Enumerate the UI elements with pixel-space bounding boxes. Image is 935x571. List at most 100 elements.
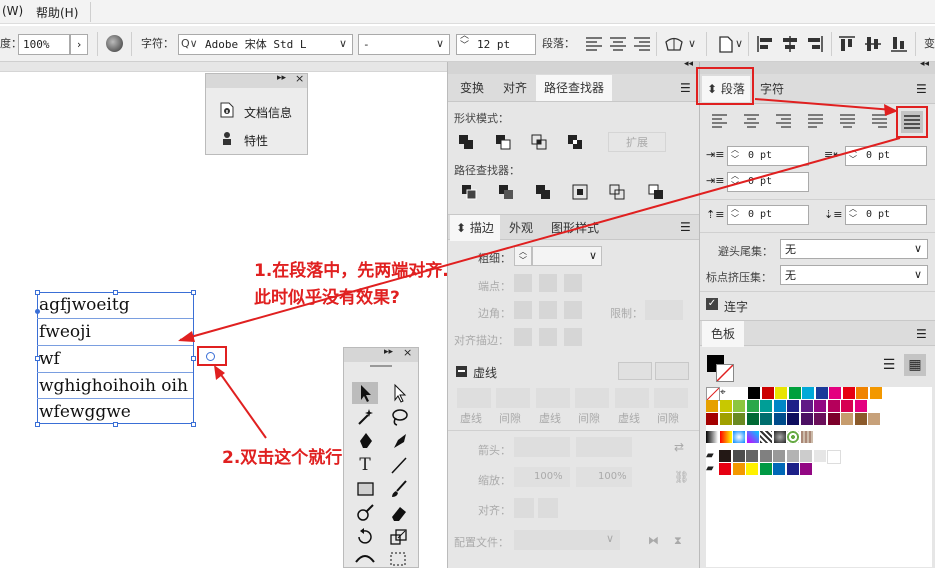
align-center-icon[interactable] — [741, 110, 763, 132]
gap-field[interactable] — [654, 388, 688, 408]
collapse-icon[interactable]: ▸▸ — [384, 347, 393, 357]
align-inside-stroke-icon[interactable] — [539, 328, 557, 346]
pattern-swatch[interactable] — [787, 431, 799, 443]
arrow-extend-icon[interactable] — [514, 498, 534, 518]
expand-button[interactable]: 扩展 — [608, 132, 666, 152]
color-swatch[interactable] — [827, 450, 841, 464]
merge-icon[interactable] — [535, 184, 551, 200]
projecting-cap-icon[interactable] — [564, 274, 582, 292]
align-v-center-icon[interactable] — [862, 33, 884, 55]
intersect-icon[interactable] — [531, 134, 547, 150]
left-indent-field[interactable]: 0 pt — [727, 146, 809, 166]
tab-appearance[interactable]: 外观 — [501, 215, 541, 241]
link-scale-icon[interactable]: ⛓ — [674, 470, 689, 484]
lasso-tool-icon[interactable] — [386, 406, 412, 428]
color-swatch[interactable] — [760, 413, 772, 425]
stepper-icon[interactable]: ︿ ﹀ — [849, 145, 857, 165]
color-swatch[interactable] — [868, 413, 880, 425]
font-search-icon[interactable]: Q∨ — [181, 37, 198, 51]
color-swatch[interactable] — [719, 450, 731, 462]
exclude-icon[interactable] — [567, 134, 583, 150]
pen-tool-icon[interactable] — [352, 430, 378, 452]
panel-menu-icon[interactable]: ☰ — [680, 220, 691, 234]
color-swatch[interactable] — [773, 450, 785, 462]
tab-pathfinder[interactable]: 路径查找器 — [536, 75, 612, 101]
miter-join-icon[interactable] — [514, 301, 532, 319]
align-left-icon[interactable] — [583, 33, 605, 55]
align-h-center-icon[interactable] — [779, 33, 801, 55]
align-dash-icon[interactable] — [655, 362, 689, 380]
pattern-swatch[interactable] — [800, 431, 813, 443]
grid-view-icon[interactable]: ▦ — [904, 354, 926, 376]
align-outside-stroke-icon[interactable] — [564, 328, 582, 346]
start-arrowhead-select[interactable] — [514, 437, 570, 457]
tab-character[interactable]: 字符 — [752, 76, 792, 102]
arrow-place-icon[interactable] — [538, 498, 558, 518]
color-swatch[interactable] — [759, 450, 772, 462]
color-swatch[interactable] — [841, 413, 853, 425]
selection-handle[interactable] — [191, 290, 196, 295]
menu-window[interactable]: (W) — [2, 4, 23, 18]
flip-across-icon[interactable]: ⧗ — [674, 534, 682, 548]
selection-handle[interactable] — [35, 422, 40, 427]
kinsoku-select[interactable]: 无 — [780, 239, 928, 259]
close-icon[interactable]: × — [295, 72, 304, 85]
trim-icon[interactable] — [498, 184, 514, 200]
color-swatch[interactable] — [800, 450, 812, 462]
color-swatch[interactable] — [733, 400, 745, 412]
color-swatch[interactable] — [761, 387, 774, 399]
color-swatch[interactable] — [829, 387, 841, 399]
selection-handle[interactable] — [191, 422, 196, 427]
panel-menu-icon[interactable]: ☰ — [916, 82, 927, 96]
color-swatch[interactable] — [813, 450, 826, 462]
color-swatch[interactable] — [814, 400, 826, 412]
close-icon[interactable]: × — [403, 346, 412, 359]
color-swatch[interactable] — [869, 387, 882, 399]
document-icon[interactable] — [715, 33, 737, 55]
globe-grid-icon[interactable] — [663, 33, 685, 55]
justify-last-right-icon[interactable] — [869, 110, 891, 132]
divide-icon[interactable] — [461, 184, 477, 200]
color-swatch[interactable] — [719, 413, 732, 425]
stroke-swatch[interactable] — [716, 364, 734, 382]
width-tool-icon[interactable] — [352, 548, 378, 568]
color-swatch[interactable] — [786, 450, 799, 462]
none-swatch[interactable] — [706, 387, 720, 401]
color-swatch[interactable] — [732, 463, 745, 475]
folder-icon[interactable]: ▰ — [706, 450, 718, 462]
color-swatch[interactable] — [706, 413, 718, 425]
end-scale-field[interactable]: 100% — [576, 467, 632, 487]
space-before-field[interactable]: 0 pt — [727, 205, 809, 225]
unite-icon[interactable] — [458, 134, 474, 150]
pattern-swatch[interactable] — [760, 431, 772, 443]
align-top-edges-icon[interactable] — [836, 33, 858, 55]
rotate-tool-icon[interactable] — [352, 526, 378, 548]
tab-stroke[interactable]: ⬍ 描边 — [450, 215, 500, 241]
chevron-down-icon[interactable]: ∨ — [339, 37, 347, 51]
minus-back-icon[interactable] — [648, 184, 664, 200]
color-swatch[interactable] — [746, 413, 759, 425]
panel-menu-icon[interactable]: ☰ — [916, 327, 927, 341]
free-transform-tool-icon[interactable] — [386, 548, 412, 568]
shaper-tool-icon[interactable] — [352, 502, 378, 524]
color-swatch[interactable] — [788, 387, 801, 399]
zoom-next-button[interactable]: › — [70, 34, 88, 55]
pattern-swatch[interactable] — [719, 431, 732, 443]
tab-graphic-styles[interactable]: 图形样式 — [542, 215, 608, 241]
selection-handle[interactable] — [35, 356, 40, 361]
align-bottom-edges-icon[interactable] — [888, 33, 910, 55]
color-swatch[interactable] — [841, 400, 853, 412]
stepper-icon[interactable]: ︿ ﹀ — [731, 145, 739, 165]
pattern-swatch[interactable] — [746, 431, 759, 443]
limit-field[interactable] — [645, 300, 683, 320]
space-after-field[interactable]: 0 pt — [845, 205, 927, 225]
chevron-down-icon[interactable]: ∨ — [914, 268, 922, 281]
swap-arrows-icon[interactable]: ⇄ — [674, 440, 684, 454]
align-center-icon[interactable] — [607, 33, 629, 55]
color-swatch[interactable] — [800, 400, 813, 412]
chevron-down-icon[interactable]: ∨ — [914, 242, 922, 255]
size-stepper-icon[interactable]: ︿ ﹀ — [460, 31, 469, 51]
color-swatch[interactable] — [814, 413, 826, 425]
mojikumi-select[interactable]: 无 — [780, 265, 928, 285]
butt-cap-icon[interactable] — [514, 274, 532, 292]
